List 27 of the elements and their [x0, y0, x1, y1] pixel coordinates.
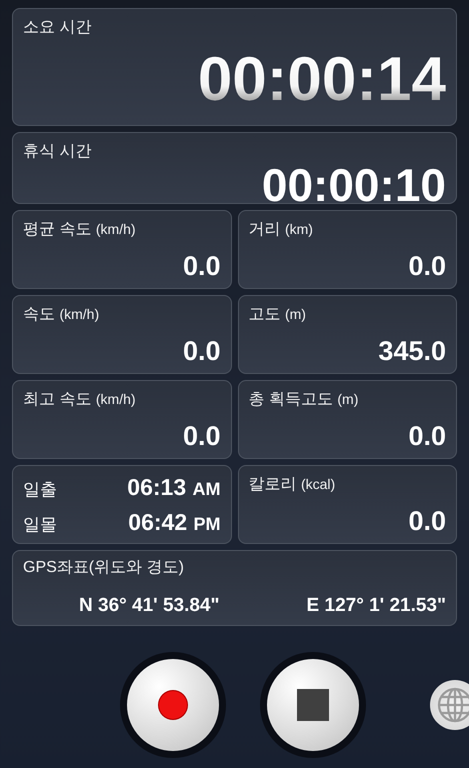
metric-label: 최고 속도 (km/h)	[23, 390, 137, 410]
sun-label: 일출	[23, 478, 57, 500]
metric-label: 거리 (km)	[248, 220, 314, 240]
stop-icon	[297, 689, 329, 721]
globe-button[interactable]	[430, 680, 469, 730]
metric-label: 칼로리 (kcal)	[248, 475, 336, 495]
gps-label: GPS좌표(위도와 경도)	[23, 558, 185, 578]
metric-label: 총 획득고도 (m)	[248, 390, 360, 410]
record-icon	[159, 691, 187, 719]
metric-value: 0.0	[182, 423, 220, 450]
sun-time: 06:13 AM	[127, 474, 220, 500]
timer-label: 휴식 시간	[23, 142, 92, 162]
timer-value: 00:00:10	[262, 162, 446, 208]
metric-label: 평균 속도 (km/h)	[23, 220, 137, 240]
metric-value: 0.0	[182, 253, 220, 280]
metric-value: 345.0	[378, 338, 446, 365]
timer-label: 소요 시간	[23, 18, 92, 38]
metric-label: 고도 (m)	[248, 305, 307, 325]
latitude-value: N 36° 41' 53.84"	[79, 595, 220, 617]
sun-label: 일몰	[23, 514, 57, 536]
metric-value: 0.0	[408, 423, 446, 450]
sun-time: 06:42 PM	[128, 508, 220, 536]
metric-value: 0.0	[408, 508, 446, 535]
metric-label: 속도 (km/h)	[23, 305, 100, 325]
longitude-value: E 127° 1' 21.53"	[306, 595, 446, 617]
metric-value: 0.0	[408, 253, 446, 280]
metric-value: 0.0	[182, 338, 220, 365]
